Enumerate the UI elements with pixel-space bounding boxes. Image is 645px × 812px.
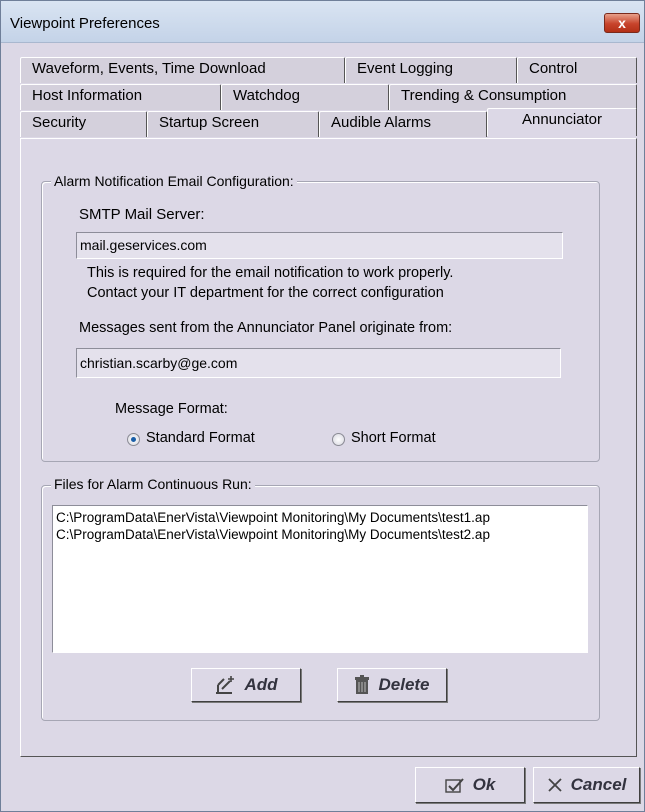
tab-label: Trending & Consumption <box>401 87 567 104</box>
tab-label: Host Information <box>32 87 143 104</box>
list-item[interactable]: C:\ProgramData\EnerVista\Viewpoint Monit… <box>56 510 490 525</box>
tab-security[interactable]: Security <box>20 111 147 137</box>
tab-label: Startup Screen <box>159 114 260 131</box>
cancel-button[interactable]: Cancel <box>533 767 640 803</box>
email-note-line2: Contact your IT department for the corre… <box>87 285 444 301</box>
add-icon <box>216 676 235 694</box>
tab-startup-screen[interactable]: Startup Screen <box>147 111 319 137</box>
email-note-line1: This is required for the email notificat… <box>87 265 454 281</box>
tab-label: Watchdog <box>233 87 300 104</box>
tab-label: Control <box>529 60 578 77</box>
radio-button-checked[interactable] <box>127 433 140 446</box>
delete-button[interactable]: Delete <box>337 668 447 702</box>
tab-audible-alarms[interactable]: Audible Alarms <box>319 111 487 137</box>
tab-annunciator[interactable]: Annunciator <box>487 108 637 136</box>
tab-label: Waveform, Events, Time Download <box>32 60 266 77</box>
cancel-label: Cancel <box>570 775 627 794</box>
tab-watchdog[interactable]: Watchdog <box>221 84 389 110</box>
tab-label: Audible Alarms <box>331 114 432 131</box>
add-label: Add <box>244 675 278 694</box>
smtp-server-field[interactable]: mail.geservices.com <box>76 232 563 259</box>
tab-label: Annunciator <box>521 111 603 128</box>
x-icon <box>547 778 562 792</box>
tab-label: Security <box>32 114 87 131</box>
tab-waveform-events-time-download[interactable]: Waveform, Events, Time Download <box>20 57 345 83</box>
files-listbox[interactable]: C:\ProgramData\EnerVista\Viewpoint Monit… <box>52 505 588 653</box>
from-email-field[interactable]: christian.scarby@ge.com <box>76 348 561 378</box>
radio-button-unchecked[interactable] <box>332 433 345 446</box>
check-icon <box>444 778 464 793</box>
delete-label: Delete <box>378 675 430 694</box>
tab-control[interactable]: Control <box>517 57 637 83</box>
tab-trending-consumption[interactable]: Trending & Consumption <box>389 84 637 110</box>
title-bar[interactable]: Viewpoint Preferences x <box>1 1 644 43</box>
from-label: Messages sent from the Annunciator Panel… <box>79 320 453 336</box>
add-button[interactable]: Add <box>191 668 301 702</box>
files-legend: Files for Alarm Continuous Run: <box>51 476 255 492</box>
tab-host-information[interactable]: Host Information <box>20 84 221 110</box>
ok-button[interactable]: Ok <box>415 767 525 803</box>
trash-icon <box>355 675 370 694</box>
email-config-legend: Alarm Notification Email Configuration: <box>51 173 297 189</box>
close-button[interactable]: x <box>604 13 640 33</box>
list-item[interactable]: C:\ProgramData\EnerVista\Viewpoint Monit… <box>56 527 490 542</box>
message-format-label: Message Format: <box>115 401 228 417</box>
ok-label: Ok <box>472 775 496 794</box>
tab-label: Event Logging <box>357 60 453 77</box>
tab-event-logging[interactable]: Event Logging <box>345 57 517 83</box>
radio-label-short[interactable]: Short Format <box>351 430 436 446</box>
close-icon: x <box>618 15 626 31</box>
radio-label-standard[interactable]: Standard Format <box>146 430 255 446</box>
window-title: Viewpoint Preferences <box>10 15 160 32</box>
smtp-label: SMTP Mail Server: <box>79 206 205 223</box>
